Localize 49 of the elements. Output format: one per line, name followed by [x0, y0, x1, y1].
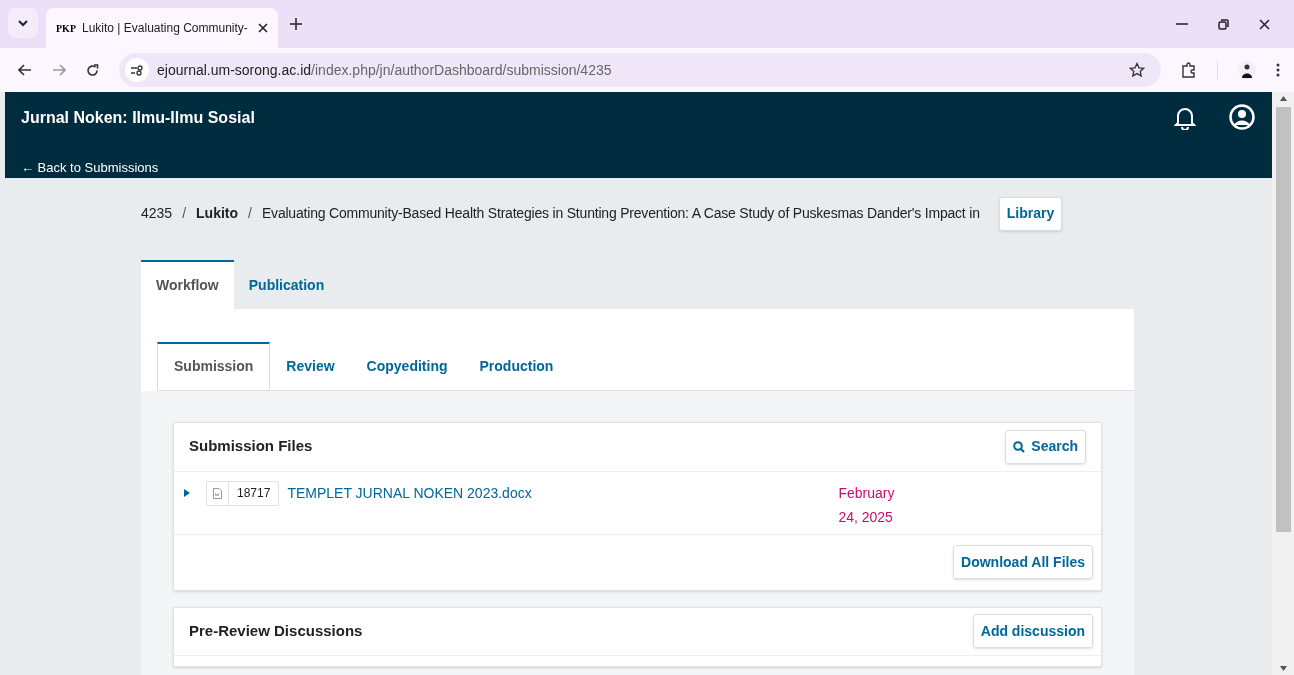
main-tab[interactable]: Workflow	[141, 259, 234, 309]
add-discussion-button[interactable]: Add discussion	[972, 614, 1093, 648]
close-icon[interactable]	[258, 23, 268, 33]
new-tab-icon[interactable]	[290, 18, 302, 30]
address-bar[interactable]: ejournal.um-sorong.ac.id/index.php/jn/authorDashboard/submission/4235	[119, 53, 1161, 87]
search-button[interactable]: Search	[1005, 429, 1086, 464]
download-all-button[interactable]: Download All Files	[953, 545, 1093, 579]
main-tab[interactable]: Publication	[233, 259, 340, 309]
stage-tab[interactable]: Copyediting	[350, 341, 464, 390]
puzzle-icon[interactable]	[1181, 62, 1197, 78]
chevron-down-icon	[18, 19, 28, 27]
journal-title: Jurnal Noken: Ilmu-Ilmu Sosial	[21, 108, 255, 128]
browser-tab[interactable]: PKP Lukito | Evaluating Community-	[46, 8, 278, 48]
breadcrumb-separator: /	[182, 204, 187, 223]
user-account-icon[interactable]	[1229, 104, 1255, 130]
document-icon	[213, 487, 222, 499]
profile-avatar-icon[interactable]	[1238, 61, 1256, 79]
library-button[interactable]: Library	[998, 196, 1063, 231]
star-icon[interactable]	[1129, 62, 1145, 78]
scroll-down-icon[interactable]	[1279, 666, 1287, 671]
menu-icon[interactable]	[1276, 63, 1280, 77]
stage-tab[interactable]: Submission	[157, 341, 271, 390]
reload-icon[interactable]	[86, 63, 99, 77]
stage-tab[interactable]: Production	[463, 341, 570, 390]
restore-icon[interactable]	[1218, 18, 1229, 30]
forward-icon[interactable]	[52, 64, 66, 76]
file-id: 18717	[236, 484, 272, 502]
submission-id: 4235	[141, 204, 173, 223]
site-settings-icon[interactable]	[130, 64, 144, 76]
panel-title: Submission Files	[189, 436, 313, 457]
url-text: ejournal.um-sorong.ac.id/index.php/jn/authorDashboard/submission/4235	[157, 60, 613, 80]
tab-list-button[interactable]	[8, 8, 38, 38]
author-name: Lukito	[196, 204, 239, 223]
back-icon[interactable]	[18, 64, 32, 76]
back-link[interactable]: ← Back to Submissions	[21, 158, 159, 178]
favicon: PKP	[56, 21, 76, 36]
panel-title: Pre-Review Discussions	[189, 620, 363, 641]
bell-icon[interactable]	[1174, 106, 1196, 130]
tab-title: Lukito | Evaluating Community-	[82, 20, 249, 37]
file-name-link[interactable]: TEMPLET JURNAL NOKEN 2023.docx	[287, 480, 839, 506]
breadcrumb-separator: /	[248, 204, 252, 223]
close-icon[interactable]	[1259, 18, 1270, 30]
expand-arrow-icon[interactable]	[184, 488, 191, 497]
scroll-up-icon[interactable]	[1279, 96, 1287, 101]
file-date: February 24, 2025	[838, 483, 896, 527]
search-icon	[1013, 440, 1026, 453]
submission-title: Evaluating Community-Based Health Strategies in Stunting Prevention: A Case Study of Puskesmas Dander's Impact in	[261, 204, 980, 223]
scrollbar[interactable]	[1272, 92, 1294, 675]
stage-tab[interactable]: Review	[270, 341, 351, 390]
